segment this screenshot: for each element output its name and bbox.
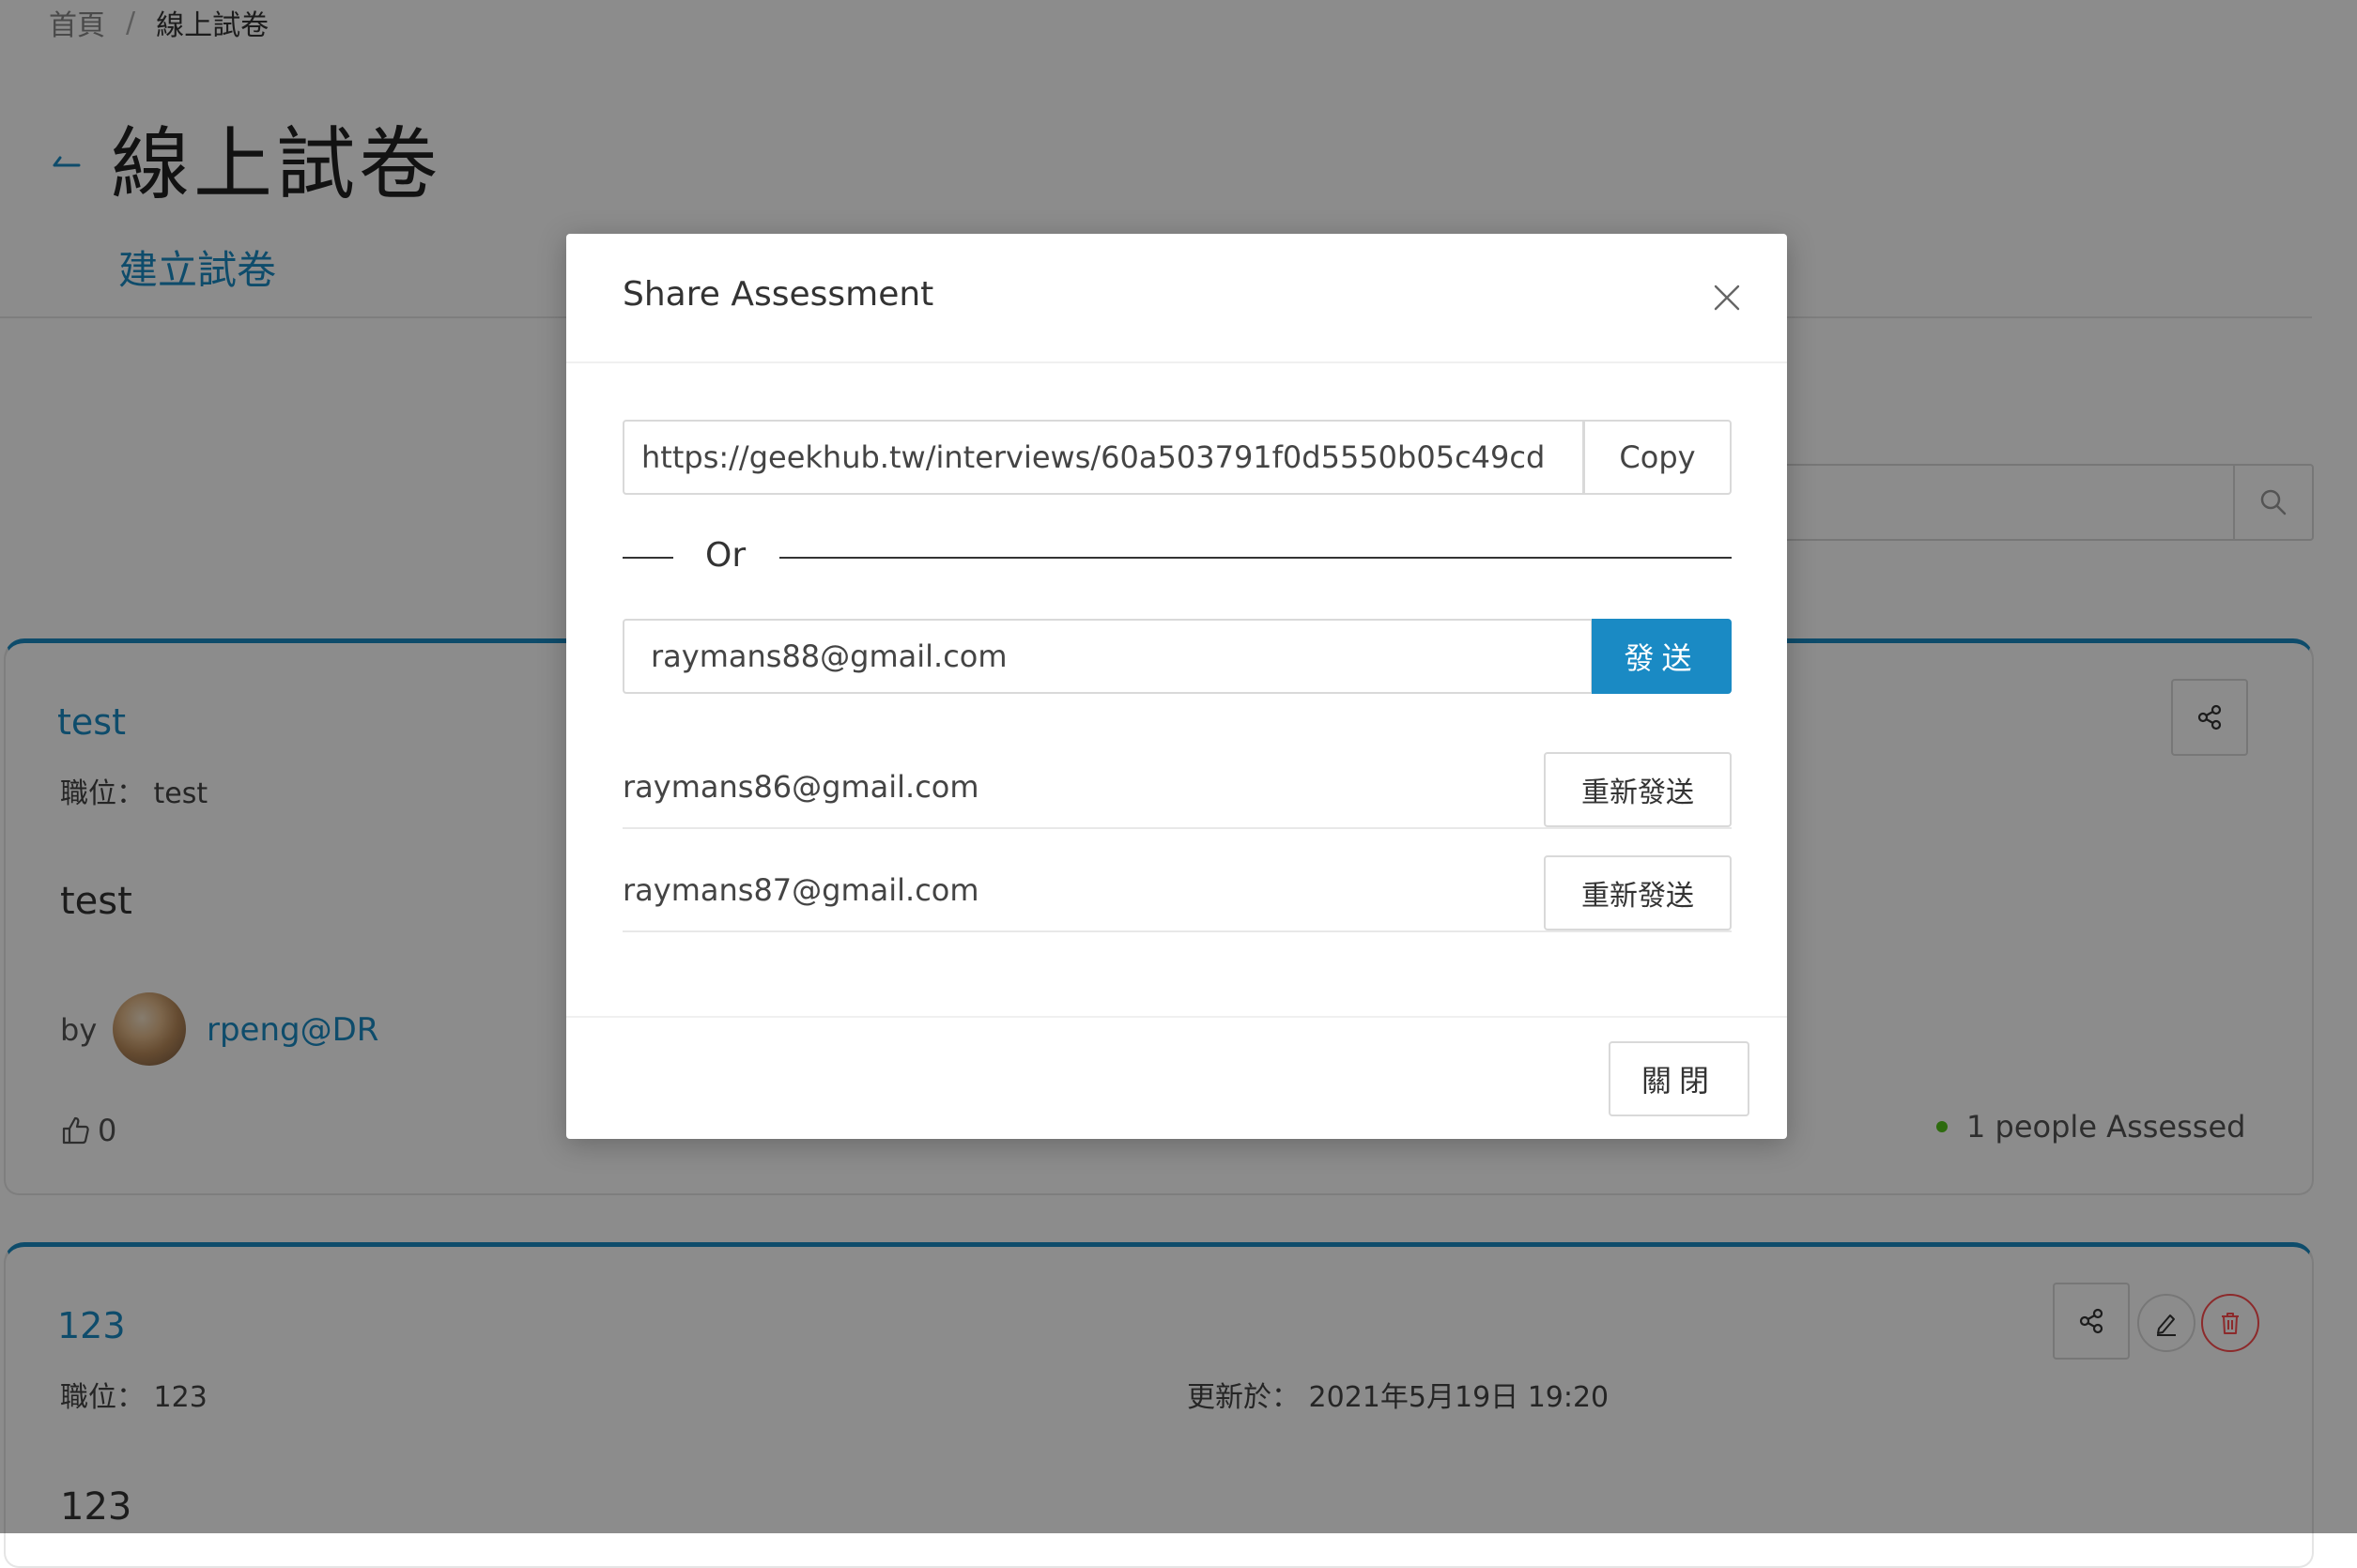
recipient-email: raymans86@gmail.com: [623, 769, 979, 805]
modal-header: Share Assessment: [566, 234, 1787, 363]
or-label: Or: [705, 536, 747, 575]
email-input[interactable]: raymans88@gmail.com: [623, 619, 1593, 694]
close-button[interactable]: [1708, 279, 1746, 316]
recipient-email: raymans87@gmail.com: [623, 872, 979, 908]
recipient-row: raymans86@gmail.com 重新發送: [623, 752, 1732, 829]
modal-title: Share Assessment: [623, 275, 934, 314]
share-url-field[interactable]: https://geekhub.tw/interviews/60a503791f…: [623, 420, 1584, 495]
divider: [623, 557, 673, 559]
close-dialog-button[interactable]: 關閉: [1609, 1041, 1749, 1116]
resend-button[interactable]: 重新發送: [1544, 855, 1732, 930]
copy-button[interactable]: Copy: [1583, 420, 1732, 495]
share-assessment-dialog: Share Assessment https://geekhub.tw/inte…: [566, 234, 1787, 1139]
recipient-row: raymans87@gmail.com 重新發送: [623, 855, 1732, 932]
modal-footer-divider: [566, 1016, 1787, 1018]
send-button[interactable]: 發送: [1592, 619, 1732, 694]
close-icon: [1714, 284, 1740, 311]
resend-button[interactable]: 重新發送: [1544, 752, 1732, 827]
divider: [779, 557, 1732, 559]
